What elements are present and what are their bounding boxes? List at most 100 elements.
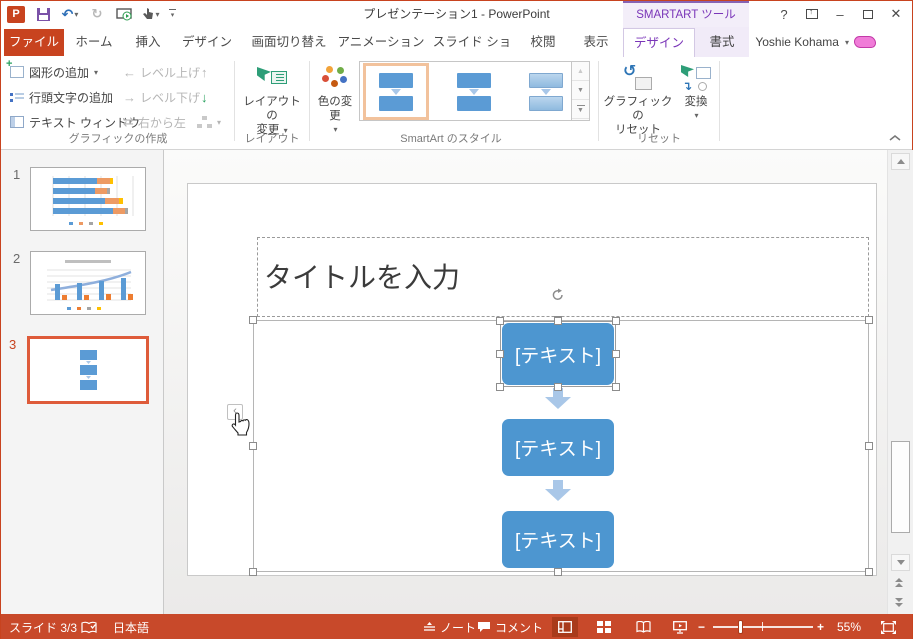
node1-handle-bottom-center[interactable]	[554, 383, 562, 391]
add-bullet-icon	[9, 89, 25, 105]
collapse-ribbon-icon[interactable]	[888, 133, 902, 143]
slide-3-thumbnail-selected[interactable]	[27, 336, 149, 404]
convert-button[interactable]: ↴ 変換 ▾	[676, 61, 716, 123]
tab-design[interactable]: デザイン	[175, 28, 239, 57]
notes-button[interactable]: ノート	[423, 614, 476, 639]
node1-handle-bottom-right[interactable]	[612, 383, 620, 391]
tab-animations[interactable]: アニメーション	[337, 28, 425, 57]
vertical-scrollbar[interactable]	[887, 150, 913, 614]
reading-view-icon[interactable]	[630, 617, 656, 637]
account-area[interactable]: Yoshie Kohama ▾	[755, 27, 876, 57]
change-layout-icon	[257, 61, 287, 95]
tab-slideshow[interactable]: スライド ショー	[427, 28, 517, 78]
ribbon-display-options-icon[interactable]	[798, 1, 826, 27]
account-name: Yoshie Kohama	[755, 35, 839, 49]
next-slide-icon[interactable]	[895, 598, 903, 607]
customize-qat-icon[interactable]: ▾	[169, 9, 176, 19]
smartart-node-3[interactable]: [テキスト]	[502, 511, 614, 568]
previous-slide-icon[interactable]	[895, 578, 903, 587]
powerpoint-window: プレゼンテーション1 - PowerPoint SMARTART ツール P ↶…	[0, 0, 913, 639]
frame-handle-top-left[interactable]	[249, 316, 257, 324]
connector-arrow-1[interactable]	[545, 388, 571, 410]
gallery-down-icon[interactable]: ▼	[572, 81, 589, 100]
move-down-button[interactable]: ↓	[201, 86, 208, 108]
node1-handle-mid-right[interactable]	[612, 350, 620, 358]
frame-handle-bottom-right[interactable]	[865, 568, 873, 576]
language-indicator[interactable]: 日本語	[113, 614, 149, 639]
help-icon[interactable]: ?	[770, 1, 798, 27]
node1-handle-mid-left[interactable]	[496, 350, 504, 358]
add-bullet-button[interactable]: 行頭文字の追加	[9, 86, 113, 108]
slide-sorter-view-icon[interactable]	[591, 617, 617, 637]
slide-indicator[interactable]: スライド 3/3	[9, 614, 77, 639]
node1-handle-top-right[interactable]	[612, 317, 620, 325]
rotate-handle-icon[interactable]	[551, 288, 565, 302]
zoom-in-icon[interactable]: +	[817, 614, 824, 639]
slideshow-view-icon[interactable]	[667, 617, 693, 637]
node1-handle-top-center[interactable]	[554, 317, 562, 325]
frame-handle-top-right[interactable]	[865, 316, 873, 324]
save-icon[interactable]	[34, 5, 52, 23]
touch-mode-icon[interactable]: ▾	[142, 5, 160, 23]
minimize-icon[interactable]: –	[826, 1, 854, 27]
slide-editing-surface[interactable]: タイトルを入力 [テキスト] [テキスト] [テキスト]	[187, 183, 877, 576]
column-chart-thumbnail-graphic	[47, 260, 133, 310]
zoom-slider-track[interactable]	[713, 626, 813, 628]
group-label-layouts: レイアウト	[244, 133, 300, 145]
style-option-3[interactable]	[513, 66, 579, 117]
org-chart-icon	[197, 116, 212, 128]
close-icon[interactable]: ✕	[882, 1, 910, 27]
tab-review[interactable]: 校閲	[519, 28, 567, 57]
convert-caret-icon: ▾	[694, 111, 699, 120]
title-placeholder[interactable]: タイトルを入力	[257, 237, 869, 317]
promote-button: ← レベル上げ	[123, 64, 201, 80]
slide-1-thumbnail[interactable]	[30, 167, 146, 231]
redo-icon[interactable]: ↻	[88, 5, 106, 23]
tab-view[interactable]: 表示	[571, 28, 621, 57]
node1-handle-top-left[interactable]	[496, 317, 504, 325]
zoom-slider-thumb[interactable]	[738, 620, 743, 634]
tab-home[interactable]: ホーム	[67, 28, 121, 57]
slide-canvas: タイトルを入力 [テキスト] [テキスト] [テキスト] ‹	[164, 150, 887, 614]
zoom-slider-center-tick	[762, 622, 763, 631]
undo-icon[interactable]: ↶ ▾	[61, 5, 79, 23]
style-option-1-selected[interactable]	[363, 63, 429, 120]
undo-dropdown-caret-icon[interactable]: ▾	[74, 10, 78, 19]
frame-handle-mid-right[interactable]	[865, 442, 873, 450]
spellcheck-icon[interactable]	[81, 614, 97, 639]
frame-handle-mid-left[interactable]	[249, 442, 257, 450]
frame-handle-bottom-center[interactable]	[554, 568, 562, 576]
zoom-percentage[interactable]: 55%	[837, 614, 861, 639]
title-placeholder-text: タイトルを入力	[264, 262, 461, 293]
scroll-up-icon[interactable]	[891, 153, 910, 170]
style-option-2[interactable]	[441, 66, 507, 117]
smartart-node-1[interactable]: [テキスト]	[502, 323, 614, 385]
start-slideshow-icon[interactable]	[115, 5, 133, 23]
tab-insert[interactable]: 挿入	[125, 28, 171, 57]
comments-button[interactable]: コメント	[477, 614, 543, 639]
tab-smartart-design[interactable]: デザイン	[623, 28, 695, 57]
normal-view-icon[interactable]	[552, 617, 578, 637]
slide-2-thumbnail[interactable]	[30, 251, 146, 315]
change-layout-button[interactable]: レイアウトの 変更 ▾	[238, 61, 306, 138]
tab-transitions[interactable]: 画面切り替え	[243, 28, 335, 57]
maximize-icon[interactable]	[854, 1, 882, 27]
powerpoint-logo-icon[interactable]: P	[7, 5, 25, 23]
tab-file[interactable]: ファイル	[4, 29, 64, 56]
scrollbar-thumb[interactable]	[891, 441, 910, 533]
gallery-up-icon[interactable]: ▲	[572, 62, 589, 81]
reset-graphic-button[interactable]: ↺ グラフィックの リセット	[602, 61, 674, 137]
frame-handle-bottom-left[interactable]	[249, 568, 257, 576]
tab-smartart-format[interactable]: 書式	[695, 28, 749, 57]
fit-to-window-icon[interactable]	[875, 617, 901, 637]
node1-handle-bottom-left[interactable]	[496, 383, 504, 391]
gallery-more-icon[interactable]: ▼	[572, 100, 589, 119]
slide-1-number: 1	[13, 167, 21, 182]
scroll-down-icon[interactable]	[891, 554, 910, 571]
zoom-out-icon[interactable]: −	[698, 614, 705, 639]
change-colors-button[interactable]: 色の変更 ▾	[313, 61, 357, 137]
smartart-node-2[interactable]: [テキスト]	[502, 419, 614, 476]
group-label-create-graphic: グラフィックの作成	[68, 133, 168, 145]
connector-arrow-2[interactable]	[545, 480, 571, 502]
add-shape-button[interactable]: 図形の追加 ▾	[6, 58, 98, 83]
